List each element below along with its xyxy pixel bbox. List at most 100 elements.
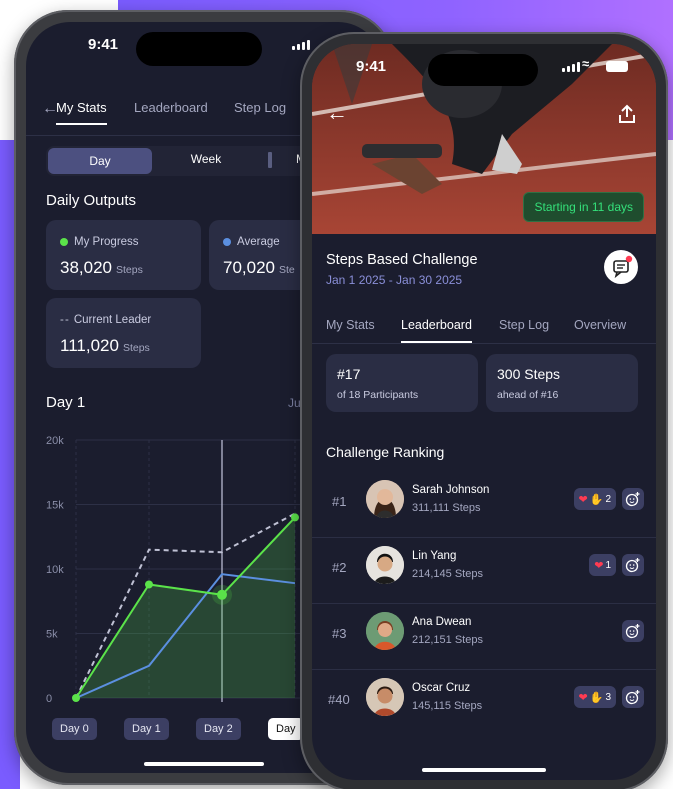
average-value: 70,020 [223, 258, 275, 277]
my-progress-point [72, 694, 80, 702]
tab-leaderboard[interactable]: Leaderboard [401, 318, 472, 343]
stat-card-rank: #17 of 18 Participants [326, 354, 478, 412]
participant-name: Ana Dwean [412, 616, 472, 628]
x-button-day-2[interactable]: Day 2 [196, 718, 241, 740]
phone-leaderboard: 9:41 ≈ ← Starting in 11 days Steps Based… [300, 32, 668, 789]
my-progress-area [76, 517, 295, 698]
tab-leaderboard[interactable]: Leaderboard [134, 100, 208, 115]
reaction-badge[interactable]: ❤ 1 [589, 554, 616, 576]
reaction-badge[interactable]: ❤ ✋ 2 [573, 488, 616, 510]
average-unit: Ste [279, 264, 295, 276]
segment-week[interactable]: Week [156, 146, 256, 172]
current-leader-value: 111,020 [60, 336, 119, 355]
heart-icon: ❤ [578, 691, 588, 704]
y-tick-label: 10k [46, 564, 64, 576]
back-arrow-icon[interactable]: ← [326, 100, 348, 126]
signal-icon [292, 40, 310, 50]
add-reaction-button[interactable] [622, 488, 644, 510]
tab-step-log[interactable]: Step Log [499, 318, 549, 332]
selected-point-halo [212, 584, 232, 605]
challenge-dates: Jan 1 2025 - Jan 30 2025 [326, 273, 463, 287]
green-dot-icon [60, 238, 68, 246]
steps-line-chart: 0 5k 10k 15k 20k [46, 435, 326, 705]
blue-dot-icon [223, 238, 231, 246]
add-reaction-button[interactable] [622, 620, 644, 642]
reaction-count: 1 [605, 559, 611, 571]
hero-image: 9:41 ≈ ← Starting in 11 days [312, 44, 656, 234]
challenge-title: Steps Based Challenge [326, 252, 478, 268]
starting-badge: Starting in 11 days [523, 192, 644, 222]
smiley-plus-icon [625, 624, 640, 639]
wifi-icon: ≈ [582, 56, 590, 71]
heart-icon: ❤ [578, 493, 588, 506]
smiley-plus-icon [625, 690, 640, 705]
add-reaction-button[interactable] [622, 554, 644, 576]
y-tick-label: 0 [46, 693, 52, 705]
y-tick-label: 20k [46, 435, 64, 447]
tab-step-log[interactable]: Step Log [234, 100, 286, 115]
dynamic-island [136, 32, 262, 66]
heart-icon: ❤ [594, 559, 604, 572]
average-label: Average [237, 236, 280, 248]
y-tick-label: 15k [46, 500, 64, 512]
segment-day[interactable]: Day [48, 148, 152, 174]
participant-name: Sarah Johnson [412, 484, 490, 496]
my-progress-point [291, 513, 299, 522]
table-row[interactable]: #40 Oscar Cruz 145,115 Steps ❤ ✋ 3 [312, 670, 656, 736]
share-icon[interactable] [618, 104, 636, 124]
status-time: 9:41 [88, 36, 119, 53]
battery-icon [606, 61, 628, 72]
smiley-plus-icon [625, 492, 640, 507]
reaction-count: 3 [605, 691, 611, 703]
segment-divider [268, 152, 272, 168]
stat-rank-value: #17 [337, 366, 361, 382]
stat-card-ahead: 300 Steps ahead of #16 [486, 354, 638, 412]
home-indicator [422, 768, 546, 772]
table-row[interactable]: #2 Lin Yang 214,145 Steps ❤ 1 [312, 538, 656, 604]
x-button-day-3[interactable]: Day [268, 718, 304, 740]
leaderboard-screen: 9:41 ≈ ← Starting in 11 days Steps Based… [312, 44, 656, 780]
card-my-progress: My Progress 38,020 Steps [46, 220, 201, 290]
reaction-count: 2 [605, 493, 611, 505]
current-leader-unit: Steps [122, 342, 150, 354]
rank-number: #40 [328, 692, 350, 707]
table-row[interactable]: #1 Sarah Johnson 311,111 Steps ❤ ✋ 2 [312, 472, 656, 538]
tab-my-stats[interactable]: My Stats [56, 100, 107, 125]
participant-steps: 212,151 Steps [412, 634, 483, 646]
avatar [366, 612, 404, 650]
avatar [366, 546, 404, 584]
dynamic-island [428, 54, 538, 86]
chart-title: Day 1 [46, 394, 86, 411]
my-progress-label: My Progress [74, 236, 139, 248]
participant-steps: 311,111 Steps [412, 502, 481, 514]
smiley-plus-icon [625, 558, 640, 573]
table-row[interactable]: #3 Ana Dwean 212,151 Steps [312, 604, 656, 670]
chart-title-right: Ju [288, 396, 301, 410]
tab-my-stats[interactable]: My Stats [326, 318, 375, 332]
status-time: 9:41 [356, 58, 387, 75]
dashed-line-icon: - - [60, 314, 69, 326]
stat-rank-sub: of 18 Participants [337, 389, 419, 401]
participant-name: Oscar Cruz [412, 682, 471, 694]
reaction-badge[interactable]: ❤ ✋ 3 [573, 686, 616, 708]
chat-icon [613, 255, 633, 279]
home-indicator [144, 762, 264, 766]
avatar [366, 678, 404, 716]
y-tick-label: 5k [46, 629, 58, 641]
rank-number: #3 [332, 626, 347, 641]
x-button-day-0[interactable]: Day 0 [52, 718, 97, 740]
my-progress-point [145, 580, 153, 589]
participant-steps: 214,145 Steps [412, 568, 483, 580]
my-progress-value: 38,020 [60, 258, 112, 277]
tab-overview[interactable]: Overview [574, 318, 626, 332]
participant-name: Lin Yang [412, 550, 457, 562]
clap-icon: ✋ [589, 691, 604, 704]
stat-ahead-value: 300 Steps [497, 366, 561, 382]
participant-steps: 145,115 Steps [412, 700, 483, 712]
avatar [366, 480, 404, 518]
chat-button[interactable] [604, 250, 638, 284]
rank-number: #1 [332, 494, 347, 509]
x-button-day-1[interactable]: Day 1 [124, 718, 169, 740]
card-current-leader: - - Current Leader 111,020 Steps [46, 298, 201, 368]
add-reaction-button[interactable] [622, 686, 644, 708]
